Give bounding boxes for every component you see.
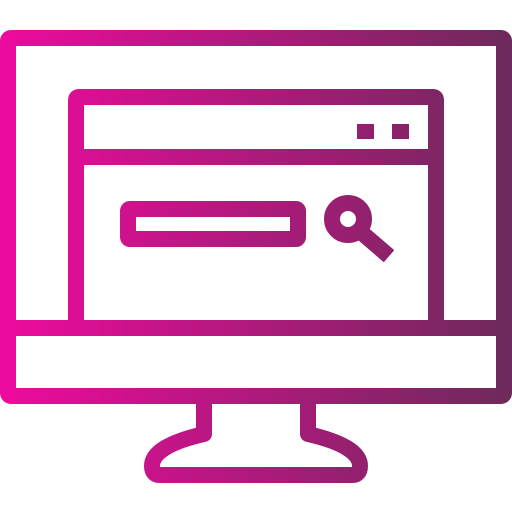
- icon-canvas: [0, 0, 512, 512]
- monitor-browser-search-icon: [0, 30, 512, 483]
- monitor-stand: [144, 396, 368, 483]
- window-control-minimize: [357, 124, 374, 139]
- window-control-close: [392, 124, 409, 139]
- search-icon-handle: [349, 220, 395, 263]
- search-input-field: [120, 201, 306, 247]
